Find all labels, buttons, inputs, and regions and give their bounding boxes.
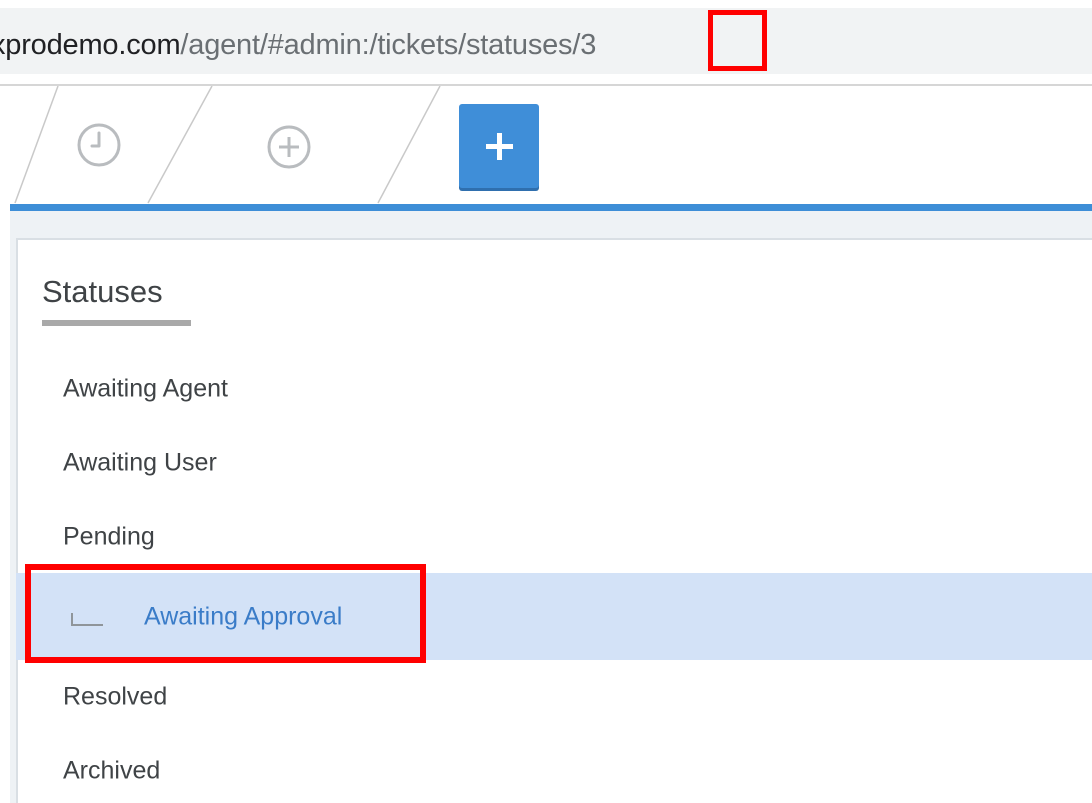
url-path: /agent/#admin:/tickets/statuses/3	[180, 29, 597, 61]
plus-icon-stem	[497, 133, 502, 160]
status-item-label: Archived	[63, 756, 161, 785]
add-button[interactable]	[459, 104, 539, 188]
tab-separators	[14, 86, 441, 204]
app-window: xprodemo.com/agent/#admin:/tickets/statu…	[0, 0, 1092, 803]
row-highlight-box	[25, 564, 426, 663]
panel-title-underline	[42, 320, 191, 326]
status-item-archived[interactable]: Archived	[16, 734, 1092, 803]
status-item-label: Awaiting User	[63, 448, 217, 477]
status-item-label: Resolved	[63, 682, 168, 711]
status-item-awaiting-agent[interactable]: Awaiting Agent	[16, 352, 1092, 426]
address-bar[interactable]: xprodemo.com/agent/#admin:/tickets/statu…	[0, 8, 1092, 74]
url-text[interactable]: xprodemo.com/agent/#admin:/tickets/statu…	[0, 27, 596, 63]
status-item-awaiting-user[interactable]: Awaiting User	[16, 426, 1092, 500]
panel-title: Statuses	[42, 274, 163, 309]
status-item-resolved[interactable]: Resolved	[16, 660, 1092, 734]
status-item-label: Pending	[63, 522, 155, 551]
clock-icon[interactable]	[76, 122, 122, 168]
status-item-label: Awaiting Agent	[63, 374, 228, 403]
toolbar	[0, 86, 1092, 204]
url-highlight-box	[708, 10, 767, 71]
url-host: xprodemo.com	[0, 29, 181, 61]
toolbar-accent-rule	[10, 204, 1092, 211]
status-item-pending[interactable]: Pending	[16, 500, 1092, 574]
plus-circle-icon[interactable]	[266, 124, 312, 170]
